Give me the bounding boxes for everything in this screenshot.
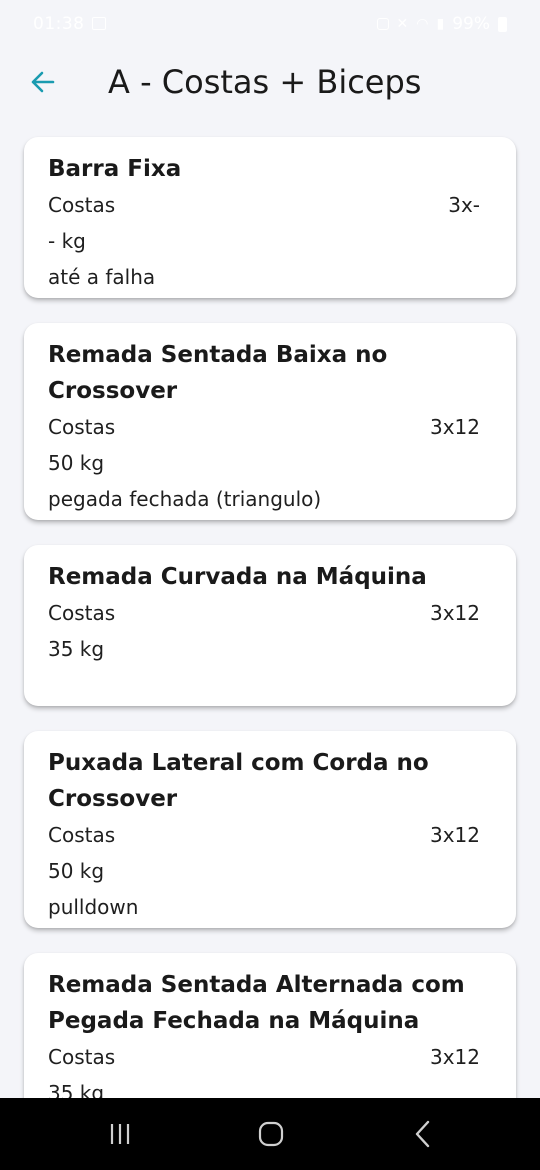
home-icon [258,1121,284,1147]
status-time: 01:38 [33,14,85,34]
exercise-note: pegada fechada (triangulo) [48,487,322,511]
exercise-muscle: Costas [48,1045,116,1069]
exercise-card[interactable]: Puxada Lateral com Corda no Crossover Co… [24,731,516,928]
exercise-weight: 35 kg [48,637,105,661]
exercise-card[interactable]: Remada Sentada Baixa no Crossover Costas… [24,323,516,520]
battery-level: 99% [452,14,490,34]
page-title: A - Costas + Biceps [108,63,422,101]
exercise-name: Remada Sentada Alternada com Pegada Fech… [48,972,465,1034]
back-icon [415,1120,430,1148]
recent-apps-icon [110,1124,130,1144]
nav-back-button[interactable] [403,1116,443,1152]
exercise-card[interactable]: Remada Curvada na Máquina Costas 3x12 35… [24,545,516,706]
exercise-card[interactable]: Remada Sentada Alternada com Pegada Fech… [24,953,516,1098]
back-button[interactable] [22,62,62,102]
exercise-sets: 3x12 [429,415,480,439]
exercise-weight: 35 kg [48,1081,105,1098]
exercise-muscle: Costas [48,823,116,847]
exercise-sets: 3x12 [429,601,480,625]
exercise-name: Barra Fixa [48,156,182,182]
home-button[interactable] [251,1116,291,1152]
notification-icon [376,18,389,30]
status-icons: ✕ ◠ ▮ 99% [376,14,507,34]
exercise-name: Remada Curvada na Máquina [48,564,427,590]
exercise-weight: 50 kg [48,451,105,475]
exercise-muscle: Costas [48,601,116,625]
exercise-weight: - kg [48,229,86,253]
exercise-note: até a falha [48,265,156,289]
signal-icon: ▮ [436,16,445,32]
status-bar: 01:38 ✕ ◠ ▮ 99% [0,0,540,50]
arrow-back-icon [31,71,55,93]
exercise-note: pulldown [48,895,139,919]
exercise-name: Puxada Lateral com Corda no Crossover [48,750,429,812]
battery-icon [498,16,507,32]
system-nav-bar [0,1098,540,1170]
exercise-sets: 3x12 [429,823,480,847]
exercise-name: Remada Sentada Baixa no Crossover [48,342,388,404]
exercise-sets: 3x- [448,193,480,217]
exercise-note [48,667,480,703]
gallery-notification-icon [92,17,106,30]
exercise-list[interactable]: Barra Fixa Costas 3x- - kg até a falha R… [0,0,540,1098]
exercise-card[interactable]: Barra Fixa Costas 3x- - kg até a falha [24,137,516,298]
mute-icon: ✕ [396,16,409,32]
app-bar: A - Costas + Biceps [0,50,540,116]
exercise-weight: 50 kg [48,859,105,883]
exercise-muscle: Costas [48,415,116,439]
recent-apps-button[interactable] [100,1116,140,1152]
exercise-sets: 3x12 [429,1045,480,1069]
exercise-muscle: Costas [48,193,116,217]
wifi-icon: ◠ [416,16,429,32]
